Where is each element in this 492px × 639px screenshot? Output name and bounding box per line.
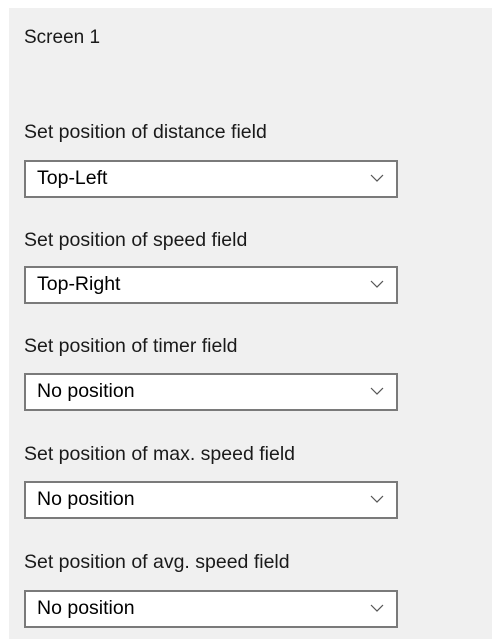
chevron-down-icon xyxy=(370,280,384,288)
speed-position-value: Top-Right xyxy=(37,273,121,295)
avg-speed-field-label: Set position of avg. speed field xyxy=(24,551,290,573)
chevron-down-icon xyxy=(370,174,384,182)
timer-field-label: Set position of timer field xyxy=(24,335,238,357)
timer-position-dropdown[interactable]: No position xyxy=(24,373,398,411)
speed-position-dropdown[interactable]: Top-Right xyxy=(24,266,398,304)
max-speed-position-value: No position xyxy=(37,488,135,510)
max-speed-field-label: Set position of max. speed field xyxy=(24,443,295,465)
distance-position-value: Top-Left xyxy=(37,167,108,189)
settings-panel xyxy=(9,8,492,639)
avg-speed-position-value: No position xyxy=(37,597,135,619)
chevron-down-icon xyxy=(370,387,384,395)
max-speed-position-dropdown[interactable]: No position xyxy=(24,481,398,519)
speed-field-label: Set position of speed field xyxy=(24,229,248,251)
distance-position-dropdown[interactable]: Top-Left xyxy=(24,160,398,198)
chevron-down-icon xyxy=(370,604,384,612)
timer-position-value: No position xyxy=(37,380,135,402)
avg-speed-position-dropdown[interactable]: No position xyxy=(24,590,398,628)
distance-field-label: Set position of distance field xyxy=(24,121,267,143)
screen-title: Screen 1 xyxy=(24,27,101,48)
chevron-down-icon xyxy=(370,495,384,503)
